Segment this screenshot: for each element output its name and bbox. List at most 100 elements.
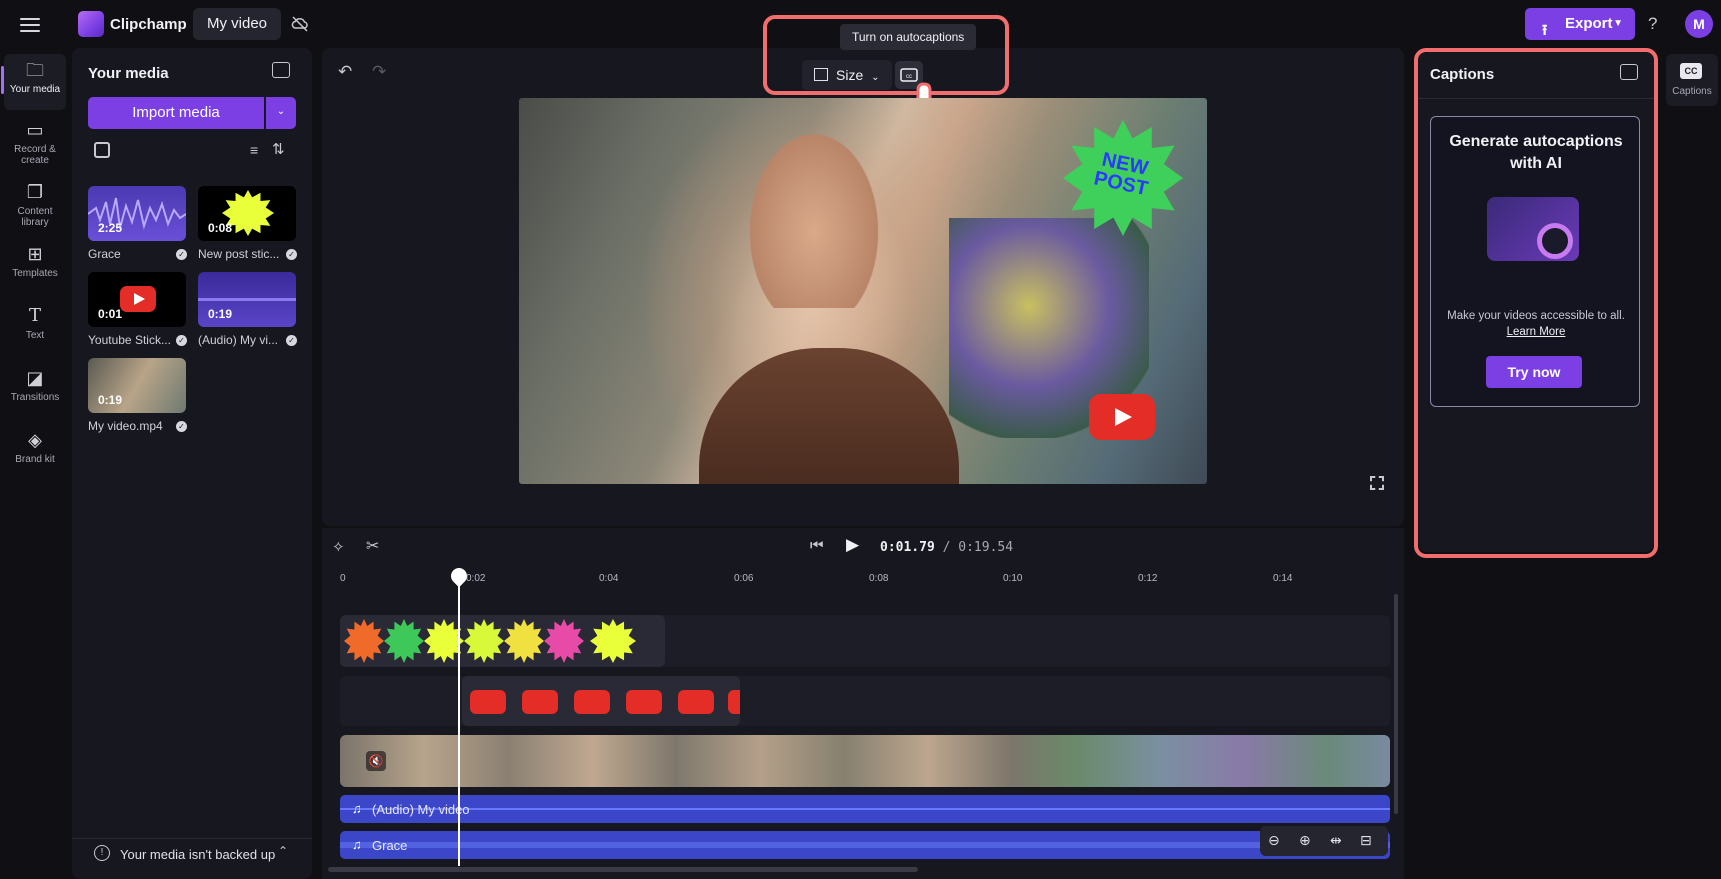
playhead[interactable] [458,568,460,866]
rail-text[interactable]: T Text [4,300,66,356]
rail-templates[interactable]: ⊞ Templates [4,238,66,294]
collapse-panel-icon[interactable] [1620,64,1638,80]
fullscreen-icon[interactable] [1370,476,1384,490]
left-rail: 🗀 Your media ▭ Record & create ❐ Content li… [0,48,70,879]
learn-more-link[interactable]: Learn More [1437,326,1635,338]
captions-panel-title: Captions [1430,66,1495,83]
media-duration: 2:25 [98,221,123,235]
media-name: (Audio) My vi... [198,333,279,347]
rail-content-library[interactable]: ❐ Content library [4,176,66,232]
library-icon: ❐ [26,182,44,202]
play-triangle-icon [1115,408,1132,426]
rail-transitions[interactable]: ◪ Transitions [4,362,66,418]
music-note-icon: ♫ [352,837,362,852]
zoom-controls: ⊖ ⊕ ⇹ ⊟ [1260,826,1388,856]
import-dropdown-button[interactable]: ⌄ [266,97,296,129]
divider [1418,98,1654,99]
new-post-sticker-clip[interactable] [340,615,665,667]
waveform-icon [340,808,1390,810]
upload-icon: ⭱ [1542,22,1548,39]
current-time: 0:01.79 [880,540,935,555]
media-item-audio-my-video[interactable]: 0:19 [198,272,296,327]
video-preview[interactable]: NEW POST [519,98,1207,484]
tick-label: 0:06 [734,573,754,584]
face-shape [739,118,889,308]
sort-icon[interactable]: ⇅ [272,140,285,158]
media-duration: 0:19 [98,393,123,407]
media-duration: 0:08 [208,221,233,235]
rail-brand-kit[interactable]: ◈ Brand kit [4,424,66,480]
media-panel: Your media Import media ⌄ ≡ ⇅ 2:25 Grace… [72,48,312,879]
filter-icon[interactable]: ≡ [250,142,258,158]
divider [72,838,312,839]
vertical-scrollbar[interactable] [1394,594,1398,814]
tick-label: 0:08 [869,573,889,584]
import-media-button[interactable]: Import media [88,97,264,129]
chevron-down-icon: ▼ [1613,18,1623,29]
media-item-new-post-sticker[interactable]: 0:08 [198,186,296,241]
collapse-panel-icon[interactable] [272,62,290,78]
check-icon: ✓ [286,335,297,346]
audio-track-label: (Audio) My video [372,802,470,817]
project-title-tab[interactable]: My video [193,8,282,40]
try-now-button[interactable]: Try now [1486,356,1582,388]
audio-clip-my-video[interactable]: ♫ (Audio) My video [340,795,1390,823]
youtube-play-icon [470,690,506,714]
select-all-checkbox[interactable] [94,142,110,158]
sticker-thumb-icon [344,619,384,663]
mute-icon[interactable]: 🔇 [366,751,386,771]
horizontal-scrollbar[interactable] [328,867,918,872]
youtube-play-icon [728,690,740,714]
help-icon[interactable]: ? [1648,14,1657,34]
sticker-thumb-icon [590,619,636,663]
media-name: Youtube Stick... [88,333,171,347]
waveform-icon [198,298,296,301]
time-readout: 0:01.79 / 0:19.54 [880,540,1013,555]
youtube-play-icon [574,690,610,714]
backup-status[interactable]: Your media isn't backed up [120,847,275,862]
export-button[interactable]: ⭱ Export ▼ [1525,8,1635,40]
youtube-sticker-clip[interactable] [462,676,740,726]
youtube-sticker[interactable] [1089,394,1155,440]
rail-your-media[interactable]: 🗀 Your media [1,54,66,110]
magic-wand-icon[interactable]: ✧ [332,538,345,556]
sticker-thumb-icon [504,619,544,663]
sticker-thumb-icon [464,619,504,663]
tick-label: 0:14 [1273,573,1293,584]
cloud-off-icon[interactable] [290,14,310,34]
app-name: Clipchamp [110,16,187,33]
folder-icon: 🗀 [26,60,44,80]
rail-label: Your media [9,84,61,95]
zoom-out-icon[interactable]: ⊖ [1268,832,1280,849]
media-item-grace[interactable]: 2:25 [88,186,186,241]
media-item-youtube-sticker[interactable]: 0:01 [88,272,186,327]
zoom-in-icon[interactable]: ⊕ [1299,832,1311,849]
export-label: Export [1565,15,1613,32]
media-name: New post stic... [198,247,280,261]
video-clip[interactable]: 🔇 [340,735,1390,787]
rail-record-create[interactable]: ▭ Record & create [4,114,66,170]
scissors-icon[interactable]: ✂ [366,536,379,556]
rail-captions[interactable]: CC Captions [1666,54,1718,106]
expand-tracks-icon[interactable]: ⊟ [1360,832,1372,849]
tick-label: 0 [340,573,346,584]
menu-icon[interactable] [18,14,42,34]
autocaptions-illustration [1487,197,1579,261]
media-name: My video.mp4 [88,419,163,433]
check-icon: ✓ [176,249,187,260]
undo-icon[interactable]: ↶ [338,62,352,82]
redo-icon[interactable]: ↷ [372,62,386,82]
check-icon: ✓ [176,335,187,346]
avatar[interactable]: M [1685,10,1713,38]
fit-width-icon[interactable]: ⇹ [1330,832,1342,849]
magnifier-icon [1537,223,1573,259]
skip-back-icon[interactable]: ⏮ [810,537,824,554]
cc-icon: CC [1680,63,1702,79]
chevron-up-icon[interactable]: ⌃ [278,844,288,858]
rail-label: Content library [17,206,53,228]
play-icon[interactable]: ▶ [846,535,859,555]
tick-label: 0:12 [1138,573,1158,584]
audio-clip-grace[interactable]: ♫ Grace [340,831,1390,859]
sticker-thumb-icon [384,619,424,663]
media-item-my-video[interactable]: 0:19 [88,358,186,413]
